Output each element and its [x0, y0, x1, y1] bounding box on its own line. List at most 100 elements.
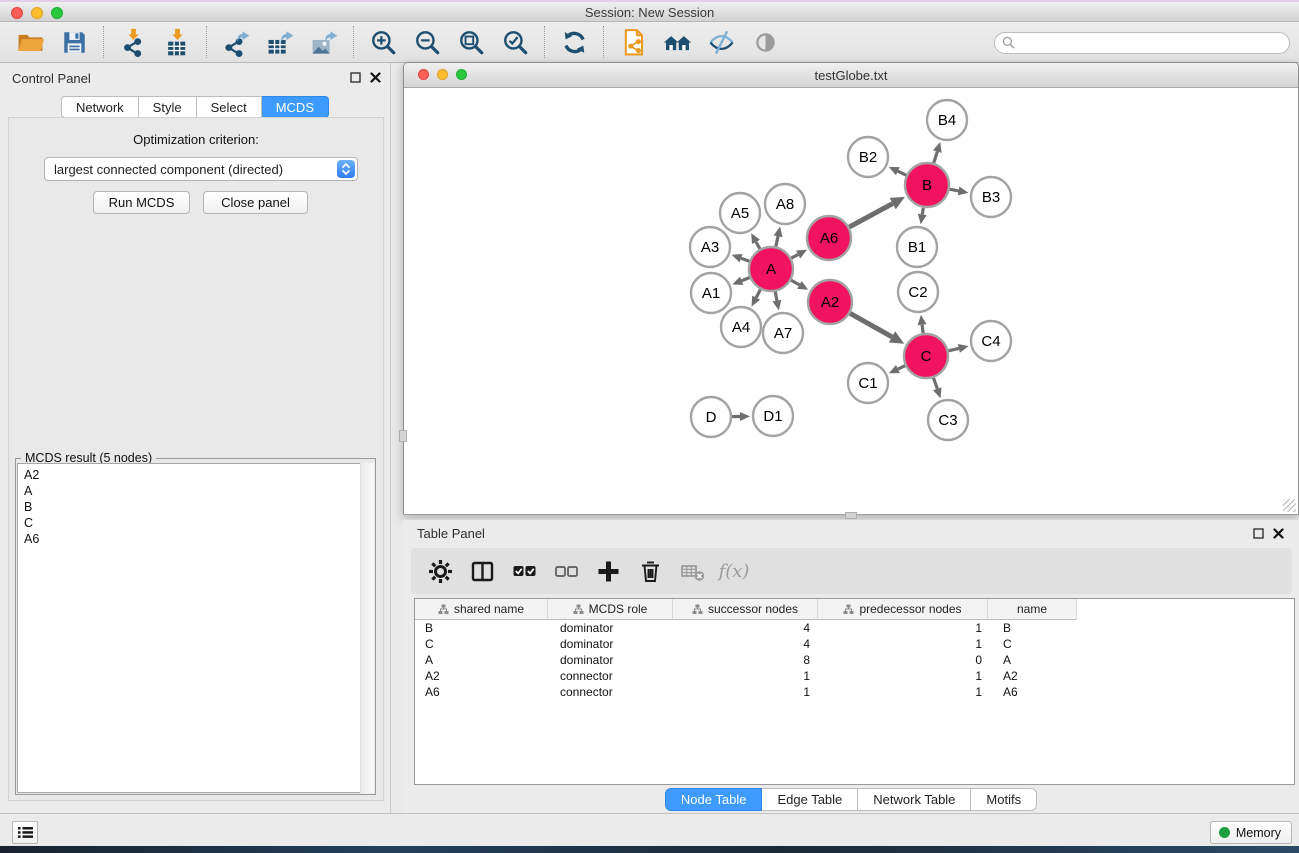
- edge-C-C4[interactable]: [948, 348, 958, 350]
- table-cell[interactable]: 1: [673, 684, 818, 700]
- memory-button[interactable]: Memory: [1210, 821, 1292, 844]
- tab-network-table[interactable]: Network Table: [858, 788, 971, 811]
- edge-A-A5[interactable]: [756, 242, 760, 249]
- close-panel-icon[interactable]: [369, 71, 382, 84]
- zoom-fit-button[interactable]: [449, 24, 493, 60]
- table-cell[interactable]: 1: [818, 620, 988, 636]
- close-panel-button[interactable]: Close panel: [203, 191, 308, 214]
- tab-mcds[interactable]: MCDS: [262, 96, 329, 118]
- edge-A-A8[interactable]: [776, 236, 778, 246]
- deselect-all-button[interactable]: [547, 552, 585, 590]
- table-cell[interactable]: C: [988, 636, 1077, 652]
- export-image-button[interactable]: [302, 24, 346, 60]
- network-window-titlebar[interactable]: testGlobe.txt: [404, 63, 1298, 88]
- export-network-button[interactable]: [214, 24, 258, 60]
- split-view-button[interactable]: [463, 552, 501, 590]
- table-cell[interactable]: A: [988, 652, 1077, 668]
- tab-network[interactable]: Network: [61, 96, 139, 118]
- close-table-panel-icon[interactable]: [1272, 527, 1285, 540]
- search-input[interactable]: [994, 32, 1290, 54]
- save-session-button[interactable]: [52, 24, 96, 60]
- table-cell[interactable]: B: [988, 620, 1077, 636]
- table-cell[interactable]: B: [415, 620, 548, 636]
- mcds-result-scrollbar[interactable]: [360, 463, 374, 793]
- table-cell[interactable]: dominator: [548, 636, 673, 652]
- home-button[interactable]: [655, 24, 699, 60]
- network-graph[interactable]: B4B2BB3A5A8A6A3B1AA1C2A2A4A7C4CC1C3DD1: [404, 88, 1298, 514]
- edge-C-C1[interactable]: [898, 366, 905, 369]
- edge-B-B2[interactable]: [898, 171, 906, 175]
- table-row[interactable]: A6connector11A6: [415, 684, 1294, 700]
- table-row[interactable]: Cdominator41C: [415, 636, 1294, 652]
- zoom-selected-button[interactable]: [493, 24, 537, 60]
- mcds-result-item[interactable]: A: [18, 483, 373, 499]
- delete-column-button[interactable]: [631, 552, 669, 590]
- import-table-button[interactable]: [155, 24, 199, 60]
- edge-A-A6[interactable]: [791, 254, 798, 258]
- table-cell[interactable]: 1: [673, 668, 818, 684]
- table-cell[interactable]: A2: [415, 668, 548, 684]
- vertical-splitter-grip[interactable]: [399, 430, 407, 442]
- edge-A6-B[interactable]: [849, 204, 892, 228]
- table-cell[interactable]: C: [415, 636, 548, 652]
- task-history-button[interactable]: [12, 821, 38, 844]
- edge-B-B4[interactable]: [934, 152, 938, 163]
- import-network-button[interactable]: [111, 24, 155, 60]
- column-header-mcds-role[interactable]: MCDS role: [548, 599, 673, 620]
- tab-select[interactable]: Select: [197, 96, 262, 118]
- show-hidden-button[interactable]: [743, 24, 787, 60]
- column-header-successor-nodes[interactable]: successor nodes: [673, 599, 818, 620]
- mcds-result-item[interactable]: A2: [18, 467, 373, 483]
- table-cell[interactable]: A: [415, 652, 548, 668]
- mcds-result-item[interactable]: B: [18, 499, 373, 515]
- edge-B-B1[interactable]: [922, 208, 923, 215]
- horizontal-splitter-grip[interactable]: [845, 512, 857, 519]
- tab-node-table[interactable]: Node Table: [665, 788, 763, 811]
- table-cell[interactable]: 4: [673, 620, 818, 636]
- hide-selected-button[interactable]: [699, 24, 743, 60]
- function-builder-button[interactable]: f(x): [715, 552, 753, 590]
- edge-A-A7[interactable]: [775, 292, 777, 301]
- table-cell[interactable]: A6: [415, 684, 548, 700]
- float-table-panel-icon[interactable]: [1252, 527, 1265, 540]
- zoom-in-button[interactable]: [361, 24, 405, 60]
- delete-table-button[interactable]: [673, 552, 711, 590]
- zoom-out-button[interactable]: [405, 24, 449, 60]
- edge-C-C3[interactable]: [933, 378, 937, 389]
- table-cell[interactable]: 1: [818, 684, 988, 700]
- edge-A-A4[interactable]: [756, 289, 760, 297]
- tab-style[interactable]: Style: [139, 96, 197, 118]
- table-row[interactable]: A2connector11A2: [415, 668, 1294, 684]
- table-row[interactable]: Bdominator41B: [415, 620, 1294, 636]
- table-cell[interactable]: A6: [988, 684, 1077, 700]
- table-row[interactable]: Adominator80A: [415, 652, 1294, 668]
- column-header-name[interactable]: name: [988, 599, 1077, 620]
- window-resize-grip[interactable]: [1283, 499, 1296, 512]
- edge-A2-C[interactable]: [850, 313, 892, 337]
- edge-A-A3[interactable]: [741, 258, 749, 261]
- mcds-result-item[interactable]: C: [18, 515, 373, 531]
- edge-C-C2[interactable]: [922, 325, 923, 333]
- network-from-selection-button[interactable]: [611, 24, 655, 60]
- tab-edge-table[interactable]: Edge Table: [762, 788, 858, 811]
- open-session-button[interactable]: [8, 24, 52, 60]
- table-cell[interactable]: A2: [988, 668, 1077, 684]
- run-mcds-button[interactable]: Run MCDS: [93, 191, 190, 214]
- table-cell[interactable]: 8: [673, 652, 818, 668]
- table-options-button[interactable]: [421, 552, 459, 590]
- network-canvas[interactable]: B4B2BB3A5A8A6A3B1AA1C2A2A4A7C4CC1C3DD1: [404, 88, 1298, 514]
- mcds-result-item[interactable]: A6: [18, 531, 373, 547]
- table-cell[interactable]: connector: [548, 684, 673, 700]
- table-cell[interactable]: 0: [818, 652, 988, 668]
- edge-A-A2[interactable]: [791, 280, 799, 285]
- add-column-button[interactable]: [589, 552, 627, 590]
- optimization-criterion-select[interactable]: largest connected component (directed): [44, 157, 358, 181]
- table-cell[interactable]: 1: [818, 636, 988, 652]
- table-cell[interactable]: dominator: [548, 620, 673, 636]
- column-header-shared-name[interactable]: shared name: [415, 599, 548, 620]
- tab-motifs[interactable]: Motifs: [971, 788, 1037, 811]
- table-cell[interactable]: connector: [548, 668, 673, 684]
- export-table-button[interactable]: [258, 24, 302, 60]
- table-cell[interactable]: dominator: [548, 652, 673, 668]
- float-panel-icon[interactable]: [349, 71, 362, 84]
